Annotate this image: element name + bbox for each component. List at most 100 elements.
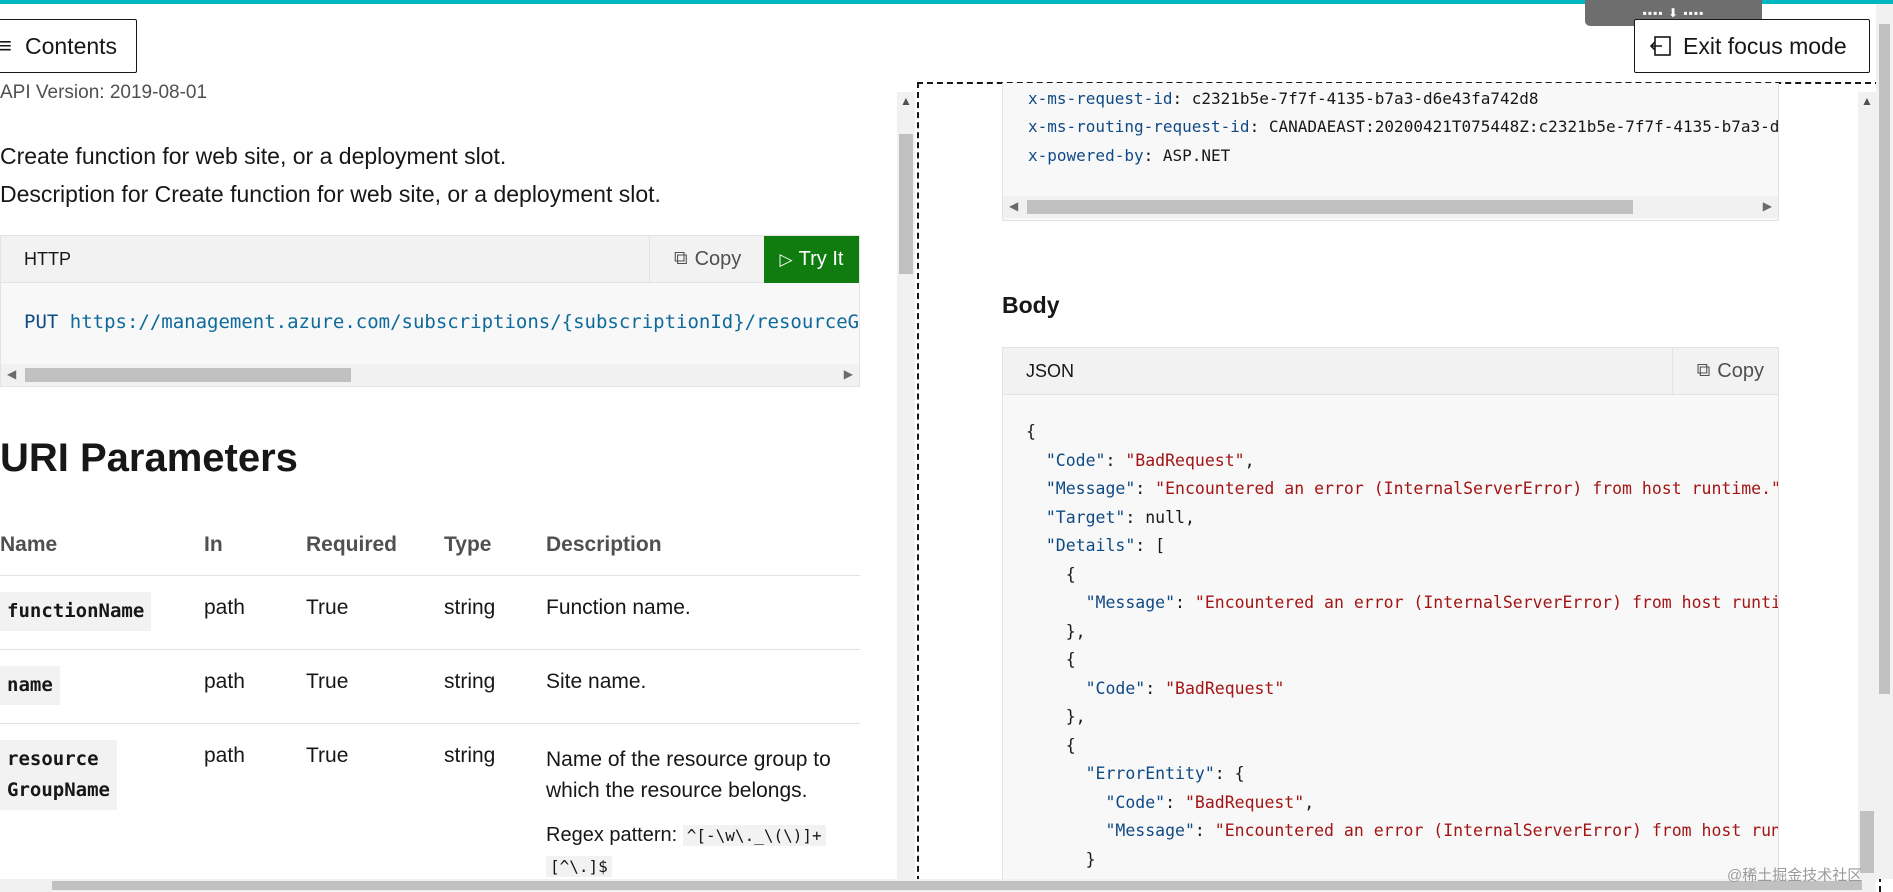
table-header-row: Name In Required Type Description <box>0 515 860 576</box>
description-line-2: Description for Create function for web … <box>0 181 661 207</box>
json-key: "Target" <box>1045 507 1126 527</box>
http-method: PUT <box>24 311 59 333</box>
scrollbar-thumb[interactable] <box>899 134 913 274</box>
json-key: "Message" <box>1045 479 1136 498</box>
header-value: ASP.NET <box>1162 146 1231 165</box>
json-punct: { <box>1026 422 1036 441</box>
scroll-up-arrow-icon[interactable]: ▲ <box>1861 94 1873 108</box>
header-line: x-ms-routing-request-id: CANADAEAST:2020… <box>1028 117 1778 136</box>
json-colon: : <box>1135 536 1156 555</box>
json-string: "Encountered an error (InternalServerErr… <box>1214 821 1778 840</box>
json-punct: }, <box>1065 707 1086 726</box>
contents-button[interactable]: ≡ Contents <box>0 19 137 73</box>
json-punct: }, <box>1065 621 1086 641</box>
json-literal: null <box>1145 507 1185 527</box>
json-punct: { <box>1065 564 1076 584</box>
column-header: Type <box>444 515 546 576</box>
json-line: } <box>1026 850 1778 879</box>
scroll-right-arrow-icon[interactable]: ▶ <box>844 367 853 381</box>
copy-icon: ⧉ <box>1696 360 1711 381</box>
code-lang-label: JSON <box>1026 360 1075 381</box>
header-line: x-powered-by: ASP.NET <box>1028 146 1231 165</box>
json-punct: } <box>1085 849 1096 869</box>
param-name: functionName <box>0 591 152 631</box>
watermark: @稀土掘金技术社区 <box>1727 867 1863 884</box>
header-value: CANADAEAST:20200421T075448Z:c2321b5e-7f7… <box>1268 117 1778 136</box>
exit-icon <box>1649 36 1671 56</box>
json-key: "Details" <box>1045 536 1136 555</box>
page-vertical-scrollbar[interactable] <box>1876 4 1893 879</box>
header-key: x-powered-by <box>1028 146 1144 165</box>
json-colon: : <box>1125 507 1146 527</box>
param-type: string <box>444 575 546 650</box>
play-icon: ▷ <box>779 249 793 269</box>
json-colon: : <box>1175 593 1195 612</box>
exit-focus-mode-button[interactable]: Exit focus mode <box>1634 19 1870 73</box>
copy-label: Copy <box>1717 359 1764 382</box>
json-punct: , <box>1244 450 1255 470</box>
regex-pattern: Regex pattern: ^[-\w\._\(\)]+ [^\.]$ <box>546 820 860 882</box>
param-in: path <box>204 649 306 724</box>
column-header: Description <box>546 515 860 576</box>
exit-focus-label: Exit focus mode <box>1683 32 1847 59</box>
param-in: path <box>204 575 306 650</box>
json-line: "Details": [ <box>1026 536 1778 565</box>
code-block-header: HTTP ⧉ Copy ▷ Try It <box>1 236 859 283</box>
scroll-left-arrow-icon[interactable]: ◀ <box>1009 199 1018 213</box>
uri-parameters-heading: URI Parameters <box>0 436 298 480</box>
param-required: True <box>306 575 444 650</box>
json-line: "Code": "BadRequest", <box>1026 793 1778 822</box>
scroll-left-arrow-icon[interactable]: ◀ <box>7 367 16 381</box>
regex-value: ^[-\w\._\(\)]+ <box>682 824 826 846</box>
column-header: In <box>204 515 306 576</box>
scrollbar-thumb[interactable] <box>25 368 351 382</box>
column-header: Name <box>0 515 204 576</box>
json-line: "Target": null, <box>1026 508 1778 537</box>
json-line: { <box>1026 736 1778 765</box>
json-key: "Message" <box>1105 821 1195 840</box>
param-description: Name of the resource group to which the … <box>546 723 860 892</box>
json-key: "Code" <box>1105 792 1166 812</box>
scrollbar-thumb[interactable] <box>52 881 1862 890</box>
param-description: Function name. <box>546 575 860 650</box>
headers-horizontal-scrollbar[interactable]: ◀ ▶ <box>1003 196 1778 218</box>
right-pane-vertical-scrollbar[interactable]: ▲ <box>1858 92 1876 879</box>
scrollbar-thumb[interactable] <box>1027 200 1633 214</box>
column-header: Required <box>306 515 444 576</box>
json-colon: : <box>1135 479 1156 498</box>
json-code-block: JSON ⧉ Copy { "Code": "BadRequest", "Mes… <box>1002 347 1779 892</box>
page-horizontal-scrollbar[interactable] <box>0 879 1876 892</box>
param-description-line-2: which the resource belongs. <box>546 778 808 802</box>
scrollbar-thumb[interactable] <box>1879 24 1890 694</box>
body-heading: Body <box>1002 292 1060 318</box>
param-type: string <box>444 743 496 767</box>
param-name-part-2: GroupName <box>7 778 110 801</box>
json-colon: : <box>1214 764 1235 783</box>
param-type: string <box>444 649 546 724</box>
param-name-part-1: resource <box>7 747 99 770</box>
json-line: "ErrorEntity": { <box>1026 764 1778 793</box>
try-it-button[interactable]: ▷ Try It <box>764 236 859 283</box>
request-url-line: PUT https://management.azure.com/subscri… <box>24 311 859 333</box>
param-name: name <box>0 665 60 705</box>
copy-button[interactable]: ⧉ Copy <box>1671 348 1778 394</box>
header-line: x-ms-request-id: c2321b5e-7f7f-4135-b7a3… <box>1028 89 1539 108</box>
json-string: "Encountered an error (InternalServerErr… <box>1194 593 1778 612</box>
api-version-label: API Version: <box>0 82 105 103</box>
table-row: resource GroupName path True string Name… <box>0 723 860 892</box>
scroll-up-arrow-icon[interactable]: ▲ <box>900 94 912 108</box>
left-pane-vertical-scrollbar[interactable]: ▲ <box>897 92 915 879</box>
scroll-right-arrow-icon[interactable]: ▶ <box>1763 199 1772 213</box>
description-line-1: Create function for web site, or a deplo… <box>0 143 507 169</box>
copy-button[interactable]: ⧉ Copy <box>649 236 756 282</box>
json-line: "Message": "Encountered an error (Intern… <box>1026 821 1778 850</box>
code-horizontal-scrollbar[interactable]: ◀ ▶ <box>1 364 859 386</box>
